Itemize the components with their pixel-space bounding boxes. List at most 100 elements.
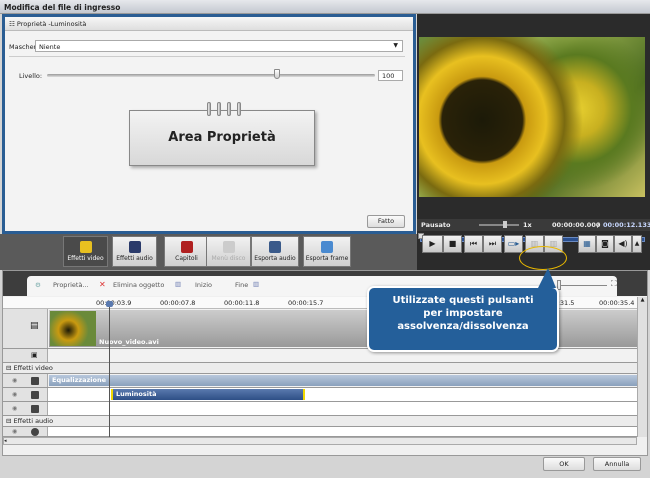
properties-action[interactable]: Proprietà... [53, 281, 89, 289]
eye-icon[interactable]: ◉ [12, 377, 17, 384]
properties-area-note: Area Proprietà [129, 102, 315, 166]
zoom-slider[interactable] [557, 285, 607, 286]
export-audio-button[interactable]: Esporta audio [251, 236, 299, 267]
video-track-icon: ▤ [30, 321, 39, 331]
button-label: Menù disco [211, 255, 246, 262]
track-header: ◉ [3, 388, 48, 401]
horizontal-scrollbar[interactable]: ◂ [3, 437, 637, 445]
area-label: Area Proprietà [168, 130, 276, 145]
effect-track: ◉ Luminosità [3, 388, 637, 402]
playhead[interactable] [109, 305, 110, 437]
fullscreen-button[interactable]: ▦ [578, 235, 596, 253]
done-button[interactable]: Fatto [367, 215, 405, 228]
effect-clip-brightness[interactable]: Luminosità [111, 389, 305, 400]
disc-menu-icon [222, 241, 235, 253]
gear-icon: ⚙ [35, 281, 41, 289]
video-effects-icon [79, 241, 92, 253]
effect-clip-equalization[interactable]: Equalizzazione [49, 375, 637, 386]
audio-effects-icon [128, 241, 141, 253]
effect-track: ◉ [3, 402, 637, 416]
delete-object-action[interactable]: Elimina oggetto [113, 281, 164, 289]
ruler-tick: 00:00:03.9 [96, 299, 132, 307]
cancel-button[interactable]: Annulla [593, 457, 641, 471]
player-status-bar: Pausato 1x 00:00:00.000 / 00:00:12.133 [417, 219, 650, 231]
audio-effects-button[interactable]: Effetti audio [112, 236, 157, 267]
ruler-tick: 00:00:07.8 [160, 299, 196, 307]
clip-thumbnail [50, 311, 96, 346]
main-toolbar: Effetti video Effetti audio Capitoli Men… [0, 234, 417, 270]
ruler-tick: 00:00:35.4 [599, 299, 635, 307]
player-status: Pausato [421, 221, 451, 229]
fit-icon[interactable]: ⛶ [611, 279, 617, 289]
video-effects-button[interactable]: Effetti video [63, 236, 108, 267]
disc-menu-button[interactable]: Menù disco [206, 236, 251, 267]
divider [9, 56, 405, 57]
chevron-down-icon: ▼ [393, 42, 398, 49]
tooltip-line: Utilizzate questi pulsanti [392, 295, 534, 306]
ruler-tick: 00:00:15.7 [288, 299, 324, 307]
eye-icon[interactable]: ◉ [12, 405, 17, 412]
ok-button[interactable]: OK [543, 457, 585, 471]
speed-slider-thumb[interactable] [503, 221, 507, 228]
total-time: 00:00:12.133 [603, 221, 650, 229]
player-panel: Pausato 1x 00:00:00.000 / 00:00:12.133 [417, 14, 650, 270]
level-slider-thumb[interactable] [273, 69, 280, 79]
chapters-button[interactable]: Capitoli [164, 236, 209, 267]
section-label: Effetti video [13, 364, 53, 372]
start-icon: ▥ [175, 280, 182, 288]
effect-track: ◉ Equalizzazione [3, 374, 637, 388]
button-label: Capitoli [175, 255, 198, 262]
track-header: ▣ [3, 349, 48, 362]
effect-icon [31, 377, 39, 385]
previous-frame-button[interactable]: ⏮ [464, 235, 483, 253]
ring-icon [227, 102, 231, 116]
mask-select[interactable]: Niente ▼ [35, 40, 403, 52]
track-header: ▤ [3, 309, 48, 348]
video-effects-section[interactable]: ⊟ Effetti video [3, 363, 637, 374]
track-header: ◉ [3, 374, 48, 387]
stop-button[interactable]: ■ [443, 235, 462, 253]
next-frame-button[interactable]: ⏭ [483, 235, 502, 253]
button-label: Esporta audio [254, 255, 296, 262]
tooltip-pointer [538, 268, 556, 288]
ring-icon [207, 102, 211, 116]
window-title: Modifica del file di ingresso [0, 0, 650, 14]
video-preview [419, 37, 645, 197]
eye-icon[interactable]: ◉ [12, 428, 17, 435]
properties-title: Proprietà -Luminosità [16, 20, 87, 28]
current-time: 00:00:00.000 [552, 221, 601, 229]
more-button[interactable]: ▲ [632, 235, 642, 253]
section-label: Effetti audio [13, 417, 54, 425]
audio-effect-track: ◉ [3, 427, 637, 437]
audio-effects-section[interactable]: ⊟ Effetti audio [3, 416, 637, 427]
delete-icon: ✕ [99, 280, 106, 289]
level-input[interactable]: 100 [378, 70, 403, 81]
speed-slider[interactable] [479, 224, 519, 226]
properties-panel: ☷ Proprietà -Luminosità Maschera: Niente… [2, 14, 416, 234]
properties-header: ☷ Proprietà -Luminosità [5, 17, 413, 31]
playhead-handle[interactable] [106, 301, 113, 307]
play-button[interactable]: ▶ [422, 235, 443, 253]
end-action[interactable]: Fine [235, 281, 248, 289]
button-label: Effetti video [67, 255, 104, 262]
vertical-scrollbar[interactable]: ▲ [637, 297, 647, 437]
export-frame-icon [321, 241, 333, 253]
ring-icon [237, 102, 241, 116]
camera-icon[interactable]: ◙ [596, 235, 614, 253]
properties-icon: ☷ [9, 20, 17, 28]
tooltip-callout: Utilizzate questi pulsanti per impostare… [367, 286, 559, 352]
start-action[interactable]: Inizio [195, 281, 212, 289]
time-separator: / [597, 221, 600, 229]
end-icon: ▥ [253, 280, 260, 288]
export-audio-icon [269, 241, 281, 253]
eye-icon[interactable]: ◉ [12, 391, 17, 398]
export-frame-button[interactable]: Esporta frame [303, 236, 351, 267]
volume-icon[interactable]: ◀) [614, 235, 632, 253]
loop-button[interactable]: ▭▸ [504, 235, 523, 253]
tooltip-line: assolvenza/dissolvenza [397, 321, 529, 332]
audio-effect-icon [31, 428, 39, 436]
speed-value: 1x [523, 221, 532, 229]
level-slider[interactable] [47, 74, 375, 77]
clip-name: Nuovo_video.avi [99, 338, 159, 346]
level-label: Livello: [19, 72, 43, 80]
